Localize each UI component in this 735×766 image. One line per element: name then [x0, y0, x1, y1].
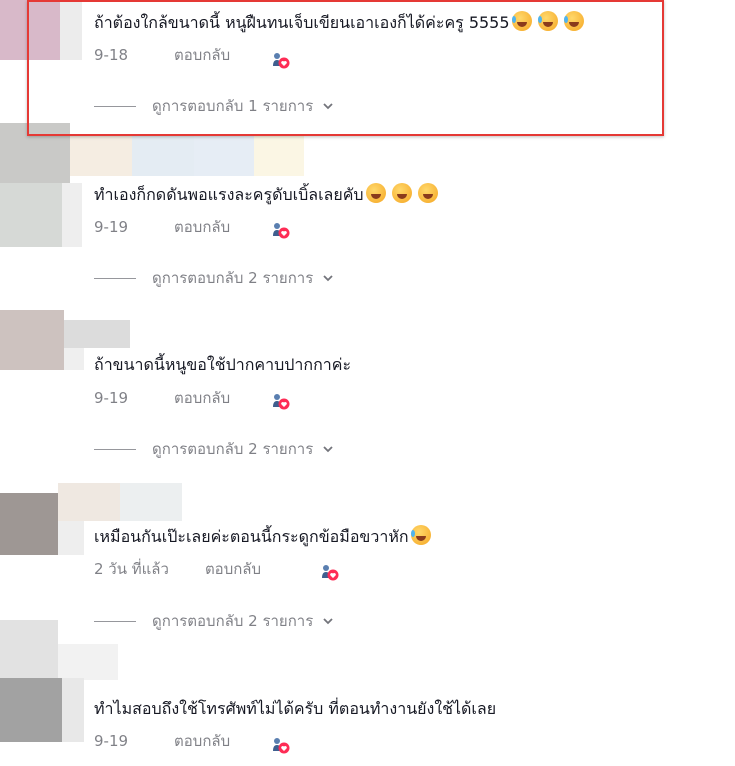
username-blur	[62, 678, 84, 742]
username-blur	[120, 483, 182, 521]
rofl-emoji	[410, 525, 431, 545]
avatar-blur	[0, 620, 58, 678]
reply-button[interactable]: ตอบกลับ	[205, 557, 261, 581]
reply-button[interactable]: ตอบกลับ	[174, 386, 230, 410]
creator-liked-icon[interactable]	[272, 737, 292, 755]
reply-button[interactable]: ตอบกลับ	[174, 729, 230, 753]
comment-text: ทำไมสอบถึงใช้โทรศัพท์ไม่ได้ครับ ที่ตอนทำ…	[94, 699, 497, 718]
avatar-blur	[0, 493, 58, 555]
comment-text: ทำเองก็กดดันพอแรงละครูดับเบิ้ลเลยคับ	[94, 183, 438, 206]
grinning-sweat-emoji	[365, 183, 386, 203]
chevron-down-icon	[321, 614, 335, 628]
comment-meta: 2 วัน ที่แล้ว ตอบกลับ	[94, 557, 261, 581]
comment-date: 9-19	[94, 389, 129, 407]
username-blur	[70, 134, 132, 176]
view-replies-button[interactable]: ดูการตอบกลับ 2 รายการ	[94, 266, 335, 290]
comment-text: เหมือนกันเป๊ะเลยค่ะตอนนี้กระดูกข้อมือขวา…	[94, 525, 431, 548]
view-replies-button[interactable]: ดูการตอบกลับ 2 รายการ	[94, 609, 335, 633]
username-blur	[62, 183, 82, 247]
highlight-box	[27, 0, 664, 136]
view-replies-button[interactable]: ดูการตอบกลับ 2 รายการ	[94, 437, 335, 461]
comment-meta: 9-19 ตอบกลับ	[94, 215, 230, 239]
chevron-down-icon	[321, 271, 335, 285]
creator-liked-icon[interactable]	[272, 222, 292, 240]
username-blur	[194, 134, 254, 176]
comment-meta: 9-19 ตอบกลับ	[94, 729, 230, 753]
username-blur	[58, 521, 84, 555]
creator-liked-icon[interactable]	[272, 393, 292, 411]
chevron-down-icon	[321, 442, 335, 456]
comment-text: ถ้าขนาดนี้หนูขอใช้ปากคาบปากกาค่ะ	[94, 355, 352, 374]
username-blur	[64, 348, 84, 370]
divider	[94, 277, 136, 279]
comment-date: 9-19	[94, 732, 129, 750]
reply-button[interactable]: ตอบกลับ	[174, 215, 230, 239]
username-blur	[254, 134, 304, 176]
username-blur	[64, 320, 130, 348]
comment-date: 9-19	[94, 218, 129, 236]
avatar-blur	[0, 678, 62, 742]
creator-liked-icon[interactable]	[321, 564, 341, 582]
avatar-blur	[0, 183, 62, 247]
username-blur	[58, 483, 120, 521]
avatar-blur	[0, 310, 64, 370]
comment-meta: 9-19 ตอบกลับ	[94, 386, 230, 410]
username-blur	[132, 134, 194, 176]
divider	[94, 620, 136, 622]
grinning-sweat-emoji	[417, 183, 438, 203]
grinning-sweat-emoji	[391, 183, 412, 203]
username-blur	[58, 644, 118, 680]
divider	[94, 448, 136, 450]
comment-date: 2 วัน ที่แล้ว	[94, 560, 169, 578]
